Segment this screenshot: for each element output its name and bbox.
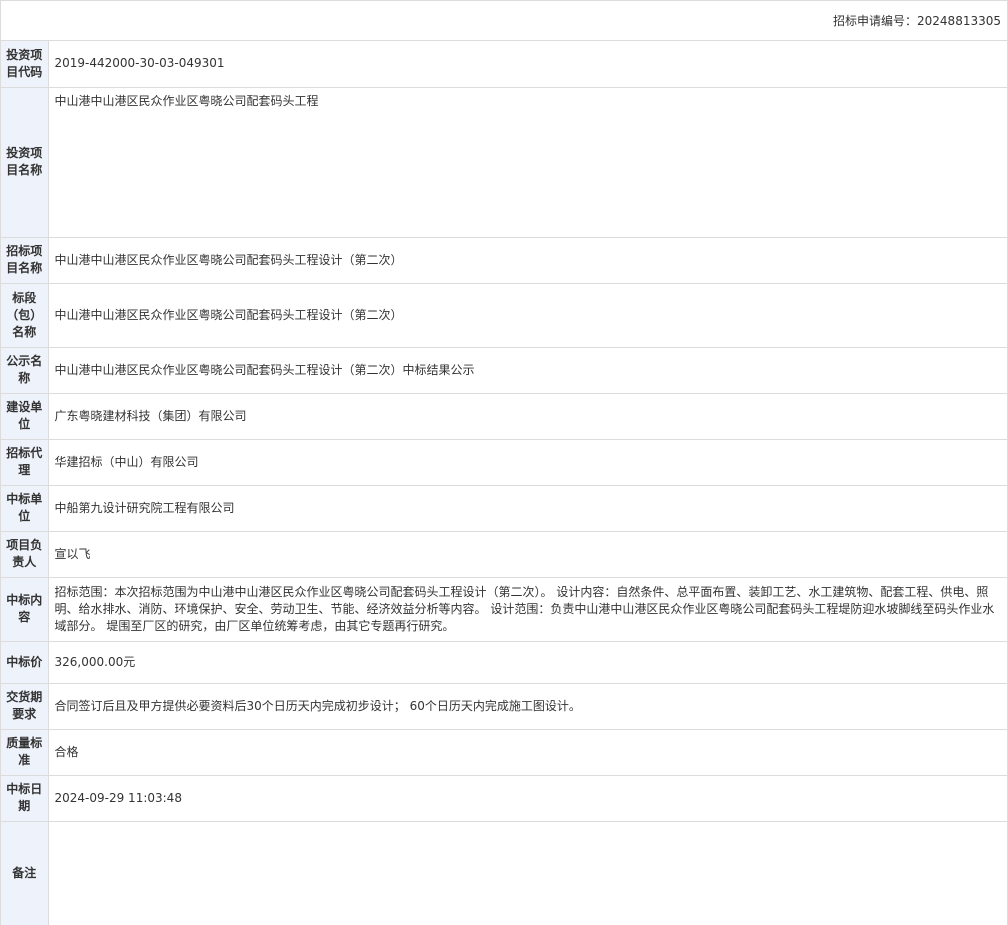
row-construction-unit: 建设单位 广东粤晓建材科技（集团）有限公司 (1, 393, 1007, 440)
winning-price-label: 中标价 (1, 641, 49, 684)
header-bar: 招标申请编号：20248813305 (1, 1, 1007, 41)
winning-date-value: 2024-09-29 11:03:48 (48, 775, 1007, 822)
row-winning-price: 中标价 326,000.00元 (1, 641, 1007, 684)
tender-agent-label: 招标代理 (1, 439, 49, 486)
row-project-name: 投资项目名称 中山港中山港区民众作业区粤晓公司配套码头工程 (1, 87, 1007, 238)
tender-project-name-label: 招标项目名称 (1, 237, 49, 284)
remark-label: 备注 (1, 821, 49, 925)
row-winning-unit: 中标单位 中船第九设计研究院工程有限公司 (1, 485, 1007, 532)
project-leader-label: 项目负责人 (1, 531, 49, 578)
project-code-label: 投资项目代码 (1, 41, 49, 88)
row-section-name: 标段（包）名称 中山港中山港区民众作业区粤晓公司配套码头工程设计（第二次） (1, 283, 1007, 348)
remark-value (48, 821, 1007, 925)
project-leader-value: 宣以飞 (48, 531, 1007, 578)
winning-unit-value: 中船第九设计研究院工程有限公司 (48, 485, 1007, 532)
project-name-value: 中山港中山港区民众作业区粤晓公司配套码头工程 (48, 87, 1007, 238)
construction-unit-label: 建设单位 (1, 393, 49, 440)
row-winning-date: 中标日期 2024-09-29 11:03:48 (1, 775, 1007, 822)
row-winning-content: 中标内容 招标范围：本次招标范围为中山港中山港区民众作业区粤晓公司配套码头工程设… (1, 577, 1007, 642)
row-remark: 备注 (1, 821, 1007, 925)
winning-content-value: 招标范围：本次招标范围为中山港中山港区民众作业区粤晓公司配套码头工程设计（第二次… (48, 577, 1007, 642)
row-delivery-requirement: 交货期要求 合同签订后且及甲方提供必要资料后30个日历天内完成初步设计； 60个… (1, 683, 1007, 730)
delivery-requirement-label: 交货期要求 (1, 683, 49, 730)
row-tender-agent: 招标代理 华建招标（中山）有限公司 (1, 439, 1007, 486)
notice-name-label: 公示名称 (1, 347, 49, 394)
tender-project-name-value: 中山港中山港区民众作业区粤晓公司配套码头工程设计（第二次） (48, 237, 1007, 284)
tender-agent-value: 华建招标（中山）有限公司 (48, 439, 1007, 486)
section-name-value: 中山港中山港区民众作业区粤晓公司配套码头工程设计（第二次） (48, 283, 1007, 348)
tender-info-table: 投资项目代码 2019-442000-30-03-049301 投资项目名称 中… (1, 41, 1007, 925)
winning-price-value: 326,000.00元 (48, 641, 1007, 684)
row-notice-name: 公示名称 中山港中山港区民众作业区粤晓公司配套码头工程设计（第二次）中标结果公示 (1, 347, 1007, 394)
application-number: 招标申请编号：20248813305 (833, 14, 1001, 28)
row-project-leader: 项目负责人 宣以飞 (1, 531, 1007, 578)
row-project-code: 投资项目代码 2019-442000-30-03-049301 (1, 41, 1007, 88)
winning-date-label: 中标日期 (1, 775, 49, 822)
project-code-value: 2019-442000-30-03-049301 (48, 41, 1007, 88)
row-tender-project-name: 招标项目名称 中山港中山港区民众作业区粤晓公司配套码头工程设计（第二次） (1, 237, 1007, 284)
row-quality-standard: 质量标准 合格 (1, 729, 1007, 776)
quality-standard-value: 合格 (48, 729, 1007, 776)
project-name-label: 投资项目名称 (1, 87, 49, 238)
delivery-requirement-value: 合同签订后且及甲方提供必要资料后30个日历天内完成初步设计； 60个日历天内完成… (48, 683, 1007, 730)
notice-name-value: 中山港中山港区民众作业区粤晓公司配套码头工程设计（第二次）中标结果公示 (48, 347, 1007, 394)
construction-unit-value: 广东粤晓建材科技（集团）有限公司 (48, 393, 1007, 440)
tender-result-page: 招标申请编号：20248813305 投资项目代码 2019-442000-30… (0, 0, 1008, 925)
quality-standard-label: 质量标准 (1, 729, 49, 776)
section-name-label: 标段（包）名称 (1, 283, 49, 348)
winning-unit-label: 中标单位 (1, 485, 49, 532)
winning-content-label: 中标内容 (1, 577, 49, 642)
